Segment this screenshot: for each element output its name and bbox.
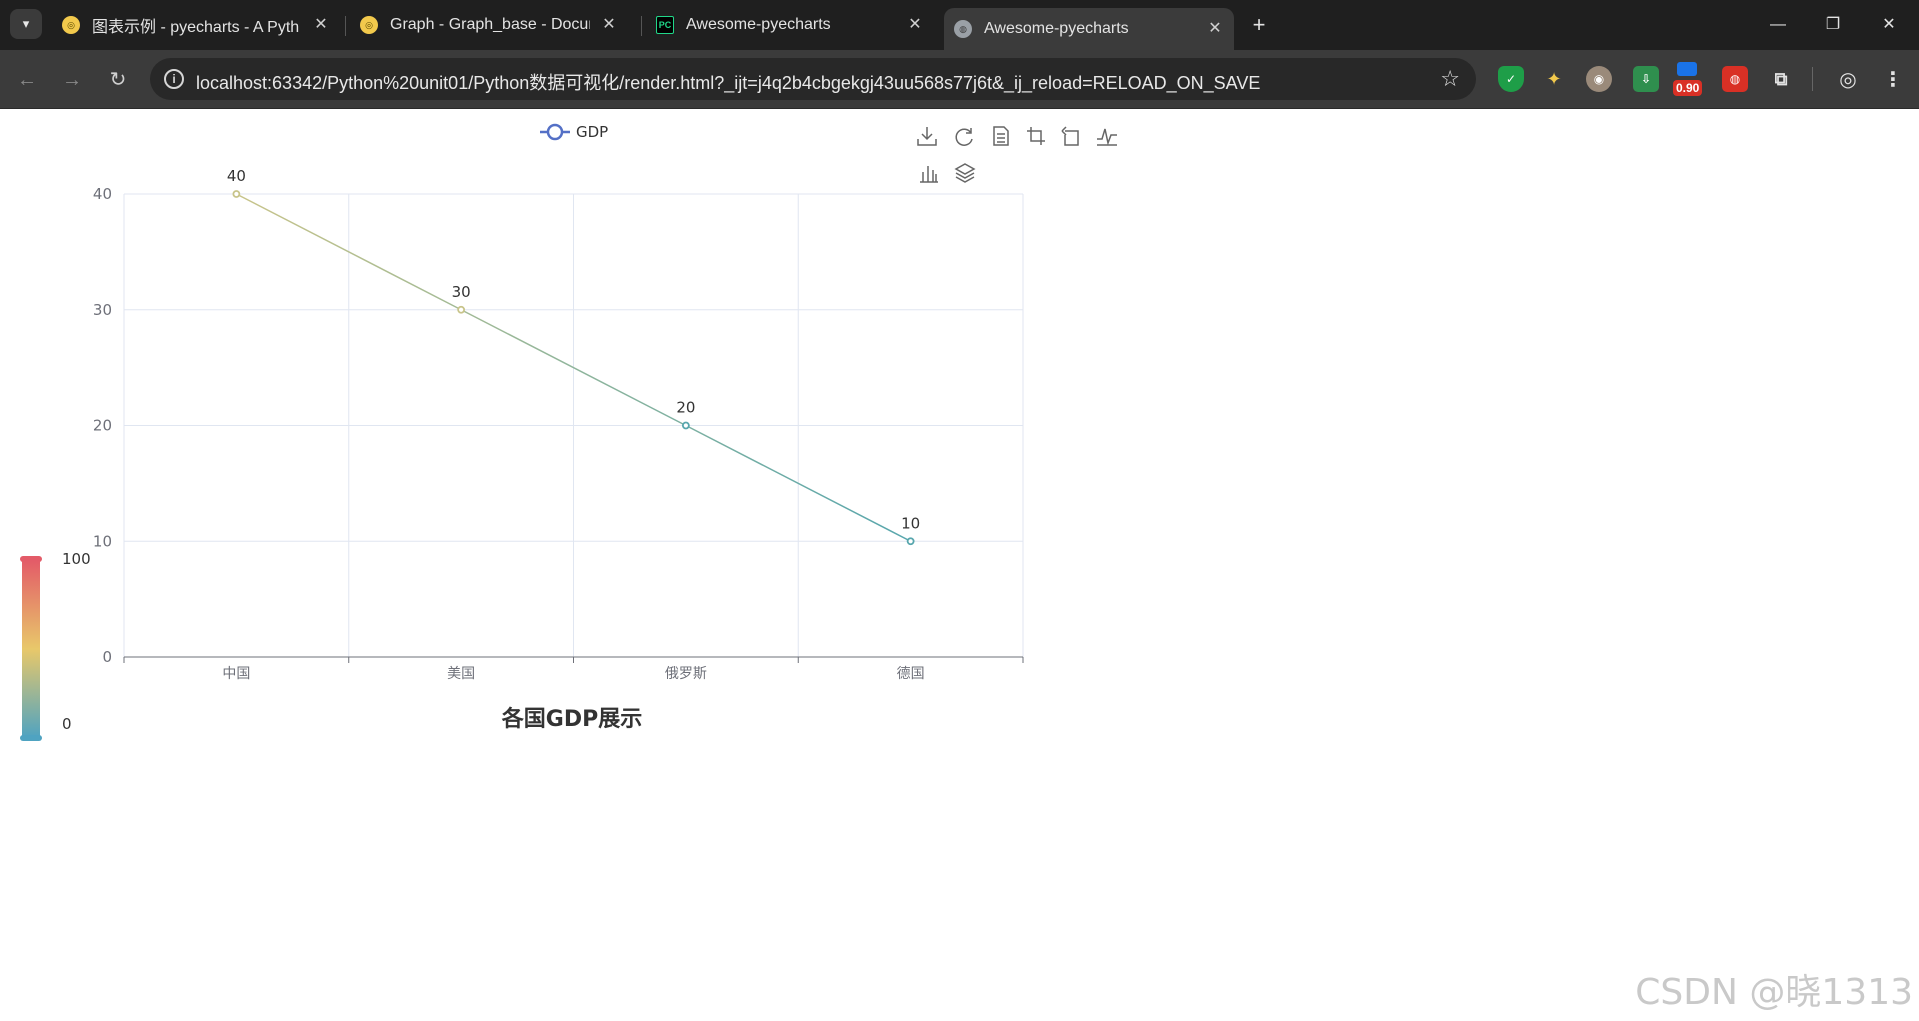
chevron-down-icon: ▾: [22, 16, 30, 31]
info-icon[interactable]: i: [164, 69, 184, 89]
reload-icon: ↻: [109, 69, 127, 91]
close-icon[interactable]: ✕: [1206, 20, 1224, 38]
watermark: CSDN @晓1313: [1635, 972, 1913, 1013]
x-tick-label: 中国: [222, 666, 250, 682]
tab-awesome-pyecharts-active[interactable]: ◍ Awesome-pyecharts ✕: [944, 8, 1234, 50]
pyecharts-icon: ◎: [62, 16, 80, 34]
minimize-button[interactable]: —: [1763, 10, 1793, 40]
tab-title: 图表示例 - pyecharts - A Pyth: [92, 19, 300, 36]
fox-extension-icon[interactable]: ✦: [1541, 66, 1567, 92]
tab-title: Awesome-pyecharts: [686, 16, 831, 33]
y-tick-label: 0: [102, 648, 112, 666]
visual-map-handle-bottom[interactable]: [20, 735, 42, 741]
line-chart-icon[interactable]: [1097, 128, 1117, 146]
x-tick-label: 德国: [897, 666, 925, 682]
tab-graph-base[interactable]: ◎ Graph - Graph_base - Docum ✕: [350, 8, 628, 42]
tab-separator: [641, 16, 642, 36]
data-view-icon[interactable]: [993, 126, 1009, 146]
data-point[interactable]: [457, 305, 466, 314]
tab-awesome-pyecharts[interactable]: PC Awesome-pyecharts ✕: [646, 8, 934, 42]
tab-search-button[interactable]: ▾: [10, 9, 42, 39]
data-label: 10: [901, 514, 920, 532]
menu-kebab-icon[interactable]: ⋮: [1880, 66, 1906, 92]
zoom-reset-icon[interactable]: [1061, 126, 1079, 146]
globe-icon: ◍: [954, 20, 972, 38]
tab-strip: ▾ ◎ 图表示例 - pyecharts - A Pyth ✕ ◎ Graph …: [0, 0, 1919, 50]
download-extension-icon[interactable]: ⇩: [1633, 66, 1659, 92]
tab-title: Awesome-pyecharts: [984, 20, 1129, 37]
page-content: 0 10 20 30 40 中国 美国 俄罗斯 德国 40 30 20 10 GDP 100 0 各国G…: [0, 109, 1919, 1021]
bookmark-star-icon[interactable]: ☆: [1440, 66, 1460, 92]
new-tab-button[interactable]: +: [1246, 12, 1272, 38]
data-label: 30: [452, 283, 471, 301]
data-label: 20: [676, 399, 695, 417]
browser-toolbar: ← → ↻ i localhost:63342/Python%20unit01/…: [0, 50, 1919, 109]
legend-marker[interactable]: [546, 123, 564, 141]
tab-separator: [345, 16, 346, 36]
visual-map-min-label: 0: [62, 715, 72, 733]
close-icon[interactable]: ✕: [906, 16, 924, 34]
data-label: 40: [227, 167, 246, 185]
record-extension-icon[interactable]: ◍: [1722, 66, 1748, 92]
minimize-icon: —: [1770, 16, 1786, 33]
x-tick-label: 美国: [447, 666, 475, 682]
pycharm-icon: PC: [656, 16, 674, 34]
back-button[interactable]: ←: [12, 65, 42, 95]
restore-button[interactable]: ❐: [1818, 10, 1848, 40]
refresh-icon[interactable]: [955, 128, 973, 146]
address-bar[interactable]: i localhost:63342/Python%20unit01/Python…: [150, 58, 1476, 100]
download-icon[interactable]: [917, 127, 937, 146]
data-point[interactable]: [232, 190, 241, 198]
legend-label[interactable]: GDP: [576, 123, 608, 141]
y-tick-label: 10: [93, 532, 112, 550]
url-text[interactable]: localhost:63342/Python%20unit01/Python数据…: [196, 69, 1260, 95]
visual-map-max-label: 100: [62, 550, 91, 568]
restore-icon: ❐: [1825, 16, 1841, 33]
forward-button[interactable]: →: [57, 65, 87, 95]
shield-extension-icon[interactable]: ✓: [1498, 66, 1524, 92]
bar-chart-icon[interactable]: [920, 166, 938, 183]
plus-icon: +: [1252, 12, 1266, 37]
puzzle-extensions-icon[interactable]: ⧉: [1768, 66, 1794, 92]
close-window-button[interactable]: ✕: [1874, 10, 1904, 40]
y-tick-label: 30: [93, 301, 112, 319]
line-chart: 0 10 20 30 40 中国 美国 俄罗斯 德国 40 30 20 10 GDP 100 0 各国G…: [20, 123, 1117, 741]
zoom-icon[interactable]: [1027, 127, 1045, 145]
y-tick-label: 40: [93, 185, 112, 203]
avatar-extension-icon[interactable]: ◉: [1586, 66, 1612, 92]
data-point[interactable]: [681, 421, 690, 430]
x-tick-label: 俄罗斯: [665, 666, 707, 682]
toolbar-separator: [1812, 67, 1813, 91]
data-point[interactable]: [906, 537, 915, 546]
pyecharts-icon: ◎: [360, 16, 378, 34]
reload-button[interactable]: ↻: [103, 65, 133, 95]
y-tick-label: 20: [93, 417, 112, 435]
visual-map-bar[interactable]: [22, 560, 40, 738]
arrow-right-icon: →: [62, 69, 82, 91]
speed-extension-icon[interactable]: [1677, 62, 1697, 76]
stack-icon[interactable]: [954, 163, 976, 183]
tab-pyecharts-examples[interactable]: ◎ 图表示例 - pyecharts - A Pyth ✕: [52, 8, 340, 42]
arrow-left-icon: ←: [17, 69, 37, 91]
extension-badge: 0.90: [1673, 80, 1703, 96]
close-icon[interactable]: ✕: [312, 16, 330, 34]
tab-title: Graph - Graph_base - Docum: [390, 16, 590, 33]
profile-icon[interactable]: ◎: [1835, 66, 1861, 92]
close-icon[interactable]: ✕: [600, 16, 618, 34]
close-icon: ✕: [1882, 16, 1896, 33]
chart-title: 各国GDP展示: [501, 706, 642, 732]
